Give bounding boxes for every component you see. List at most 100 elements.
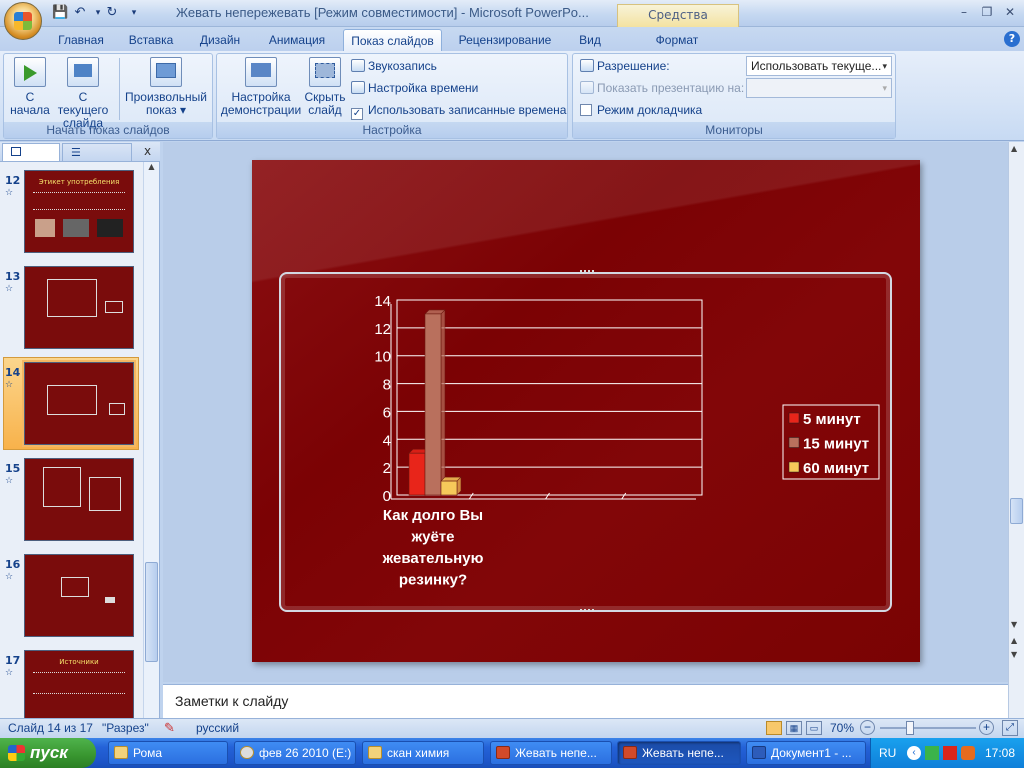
next-slide-icon[interactable]: ▼	[1011, 650, 1017, 659]
tray-expand-icon[interactable]: ‹	[907, 746, 921, 760]
legend-swatch	[788, 461, 800, 473]
scroll-down-icon[interactable]: ▼	[1011, 620, 1017, 629]
theme-name[interactable]: "Разрез"	[102, 721, 149, 735]
thumb-text	[33, 192, 125, 210]
tray-app-icon[interactable]	[925, 746, 939, 760]
scroll-up-icon[interactable]: ▲	[1011, 144, 1017, 153]
tab-animation[interactable]: Анимация	[258, 29, 336, 51]
hide-slide-button[interactable]: Скрыть слайд	[303, 57, 347, 117]
tray-antivirus-icon[interactable]	[943, 746, 957, 760]
undo-icon[interactable]: ↶	[72, 5, 88, 21]
floor-divider	[545, 492, 550, 500]
scroll-thumb[interactable]	[145, 562, 158, 662]
zoom-slider-track[interactable]	[880, 727, 976, 729]
taskbar-item[interactable]: фев 26 2010 (E:)	[234, 741, 356, 765]
presenter-view-checkbox[interactable]: Режим докладчика	[580, 101, 702, 119]
tab-slides[interactable]	[2, 143, 60, 161]
help-icon[interactable]: ?	[1004, 31, 1020, 47]
tab-review[interactable]: Рецензирование	[450, 29, 560, 51]
taskbar-item[interactable]: скан химия	[362, 741, 484, 765]
taskbar-item-label: Документ1 - ...	[771, 746, 852, 760]
tab-design[interactable]: Дизайн	[190, 29, 250, 51]
thumb-title: Этикет употребления	[38, 178, 120, 186]
resolution-dropdown[interactable]: Использовать текуще... ▾	[746, 56, 892, 76]
redo-icon[interactable]: ↻	[104, 5, 120, 21]
tab-home[interactable]: Главная	[50, 29, 112, 51]
from-current-label-1: С текущего	[57, 90, 109, 117]
slideshow-view-icon[interactable]: ▭	[806, 721, 822, 735]
tab-outline[interactable]: ☰	[62, 143, 132, 161]
slide-thumbnail-13[interactable]	[24, 266, 134, 349]
close-icon[interactable]: ✕	[1001, 4, 1019, 20]
slide-number: 17	[5, 654, 21, 667]
animation-star-icon: ☆	[5, 572, 14, 582]
record-narration-button[interactable]: Звукозапись	[351, 57, 437, 75]
previous-slide-icon[interactable]: ▲	[1011, 636, 1017, 645]
slide-thumbnail-15[interactable]	[24, 458, 134, 541]
chart[interactable]: 0 2 4 6 8 10 12 14 Как долго Вы жуёте жевательную р…	[279, 272, 892, 612]
custom-show-button[interactable]: Произвольный показ ▾	[122, 57, 210, 117]
show-on-dropdown[interactable]: ▾	[746, 78, 892, 98]
spellcheck-icon[interactable]: ✎	[164, 720, 175, 736]
presenter-view-check[interactable]	[580, 104, 592, 116]
slide-thumbnail-16[interactable]	[24, 554, 134, 637]
taskbar-item-active[interactable]: Жевать непе...	[617, 741, 741, 765]
save-icon[interactable]: 💾	[52, 5, 68, 21]
outline-icon: ☰	[71, 146, 81, 159]
tray-app-icon[interactable]	[961, 746, 975, 760]
tab-view[interactable]: Вид	[568, 29, 612, 51]
office-button[interactable]	[4, 2, 42, 40]
fit-to-window-icon[interactable]: ⤢	[1002, 720, 1018, 736]
group-label: Мониторы	[573, 122, 895, 138]
use-timings-checkbox[interactable]: ✓ Использовать записанные времена	[351, 101, 566, 120]
speaker-icon	[351, 59, 365, 72]
normal-view-icon[interactable]	[766, 721, 782, 735]
taskbar-item[interactable]: Рома	[108, 741, 228, 765]
slides-pane-scrollbar[interactable]: ▲	[143, 162, 159, 718]
scroll-thumb[interactable]	[1010, 498, 1023, 524]
system-tray: RU ‹ 17:08	[870, 738, 1024, 768]
workspace-scrollbar[interactable]: ▲ ▼ ▲ ▼	[1008, 142, 1024, 718]
zoom-in-icon[interactable]: +	[979, 720, 994, 735]
slide-number: 14	[5, 366, 21, 379]
window-title: Жевать непережевать [Режим совместимости…	[176, 5, 589, 20]
customize-qat-icon[interactable]: ▾	[126, 5, 142, 21]
record-narration-label: Звукозапись	[368, 59, 437, 73]
language-indicator[interactable]: RU	[879, 738, 896, 768]
slide-thumbnail-12[interactable]: Этикет употребления	[24, 170, 134, 253]
from-beginning-button[interactable]: С начала	[8, 57, 52, 117]
legend-swatch	[788, 437, 800, 448]
slide-number: 12	[5, 174, 21, 187]
setup-show-button[interactable]: Настройка демонстрации	[220, 57, 302, 117]
slide-thumbnail-14[interactable]	[22, 360, 136, 447]
show-on-label: Показать презентацию на:	[597, 81, 745, 95]
animation-star-icon: ☆	[5, 188, 14, 198]
slide-sorter-icon[interactable]: ▦	[786, 721, 802, 735]
start-button[interactable]: пуск	[0, 738, 96, 768]
drawing-tools-context: Средства рисования	[617, 4, 739, 42]
x-category-label: резинку?	[399, 572, 467, 589]
taskbar-item[interactable]: Документ1 - ...	[746, 741, 866, 765]
slideshow-start-icon	[14, 57, 46, 87]
tab-slideshow[interactable]: Показ слайдов	[343, 29, 442, 51]
use-timings-check[interactable]: ✓	[351, 108, 363, 120]
resolution-value: Использовать текуще...	[751, 59, 882, 73]
rehearse-timings-button[interactable]: Настройка времени	[351, 79, 478, 97]
group-label: Настройка	[217, 122, 567, 138]
slide-thumbnail-17[interactable]: Источники	[24, 650, 134, 718]
zoom-slider-thumb[interactable]	[906, 721, 914, 735]
taskbar-item[interactable]: Жевать непе...	[490, 741, 612, 765]
minimize-icon[interactable]: –	[955, 4, 973, 20]
from-current-button[interactable]: С текущего слайда	[52, 57, 114, 130]
language-indicator[interactable]: русский	[196, 721, 239, 735]
zoom-out-icon[interactable]: −	[860, 720, 875, 735]
scroll-up-icon[interactable]: ▲	[145, 162, 158, 176]
animation-star-icon: ☆	[5, 668, 14, 678]
legend-label: 15 минут	[803, 436, 869, 453]
notes-pane[interactable]: Заметки к слайду	[163, 684, 1008, 718]
tab-format[interactable]: Формат	[640, 29, 714, 51]
restore-icon[interactable]: ❐	[978, 4, 996, 20]
close-pane-icon[interactable]: x	[144, 144, 151, 158]
tab-insert[interactable]: Вставка	[120, 29, 182, 51]
zoom-level[interactable]: 70%	[830, 721, 854, 735]
